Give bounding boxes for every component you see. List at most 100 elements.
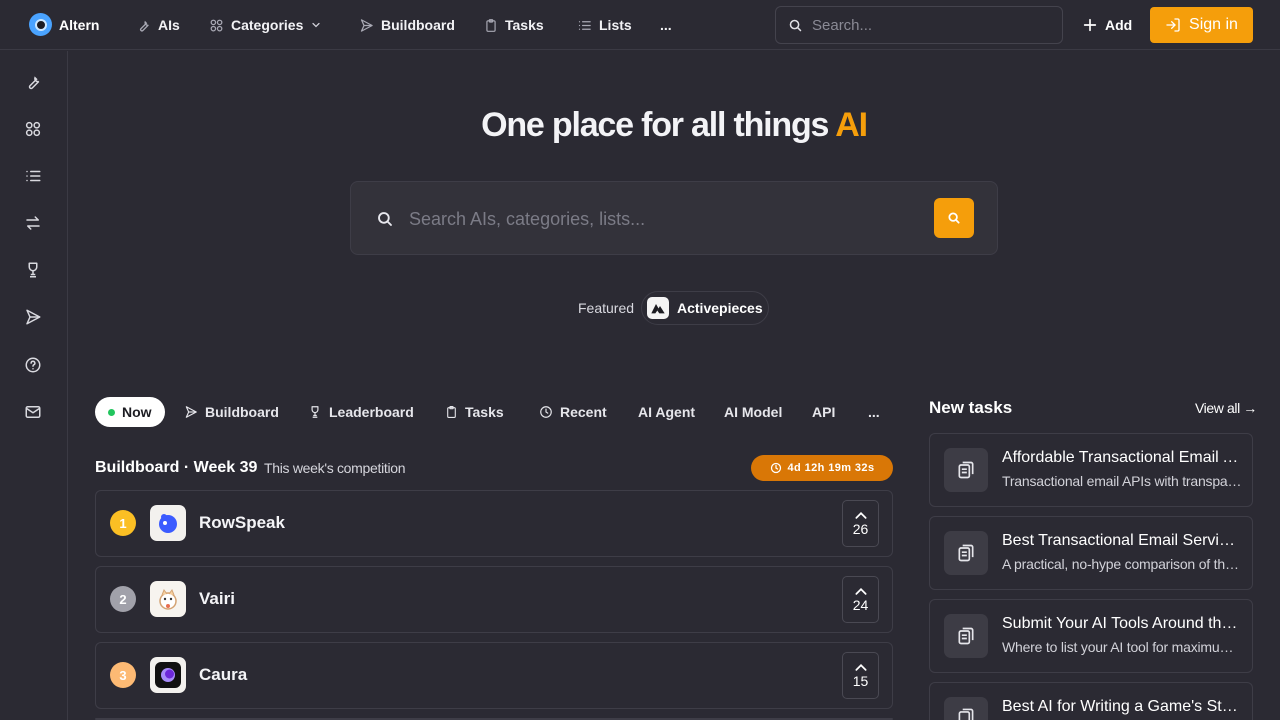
task-description: A practical, no-hype comparison of the b… <box>1002 556 1242 572</box>
clipboard-icon <box>944 614 988 658</box>
tab-tasks[interactable]: Tasks <box>445 397 504 427</box>
hero-search-box <box>350 181 998 255</box>
nav-categories[interactable]: Categories <box>209 0 322 50</box>
task-card[interactable]: Submit Your AI Tools Around the Web Wher… <box>929 599 1253 673</box>
sign-in-button[interactable]: Sign in <box>1150 7 1253 43</box>
chevron-up-icon <box>854 664 867 671</box>
sidebar-alternatives[interactable] <box>24 214 42 232</box>
hero-title-main: One place for all things <box>481 106 836 144</box>
sidebar-buildboard[interactable] <box>24 308 42 326</box>
chevron-down-icon <box>312 22 320 28</box>
buildboard-entry[interactable]: 2 Vairi 24 <box>95 566 893 633</box>
buildboard-entry[interactable]: 1 RowSpeak 26 <box>95 490 893 557</box>
featured-activepieces[interactable]: Activepieces <box>641 291 769 325</box>
task-card[interactable]: Affordable Transactional Email APIs Tran… <box>929 433 1253 507</box>
add-button-label: Add <box>1105 17 1133 33</box>
tab-ai-model[interactable]: AI Model <box>724 397 782 427</box>
brand-name: Altern <box>59 16 100 33</box>
search-icon <box>789 19 802 31</box>
tab-now[interactable]: Now <box>95 397 165 427</box>
sign-in-label: Sign in <box>1189 16 1238 33</box>
task-title: Best AI for Writing a Game's Story <box>1002 698 1242 715</box>
top-search-input[interactable] <box>812 16 1042 34</box>
nav-tasks[interactable]: Tasks <box>484 0 544 50</box>
list-icon <box>578 20 591 30</box>
hero-search-input[interactable] <box>409 206 909 232</box>
vote-count: 15 <box>852 673 869 689</box>
send-icon <box>185 406 197 418</box>
tab-recent[interactable]: Recent <box>539 397 607 427</box>
sidebar-ais[interactable] <box>24 73 42 91</box>
clipboard-icon <box>486 18 496 32</box>
task-description: Where to list your AI tool for maximum e… <box>1002 639 1242 655</box>
vote-count: 24 <box>852 597 869 613</box>
clipboard-icon <box>944 531 988 575</box>
rank-badge: 3 <box>110 662 136 688</box>
tab-more[interactable]: ... <box>868 397 880 427</box>
nav-more-label: ... <box>660 17 672 33</box>
send-icon <box>26 309 41 325</box>
view-all-link[interactable]: View all → <box>1195 400 1257 416</box>
altern-logo-icon <box>29 13 52 36</box>
nav-lists[interactable]: Lists <box>577 0 632 50</box>
tab-buildboard[interactable]: Buildboard <box>184 397 279 427</box>
trophy-icon <box>311 406 319 418</box>
upvote-button[interactable]: 26 <box>842 500 879 547</box>
tab-recent-label: Recent <box>560 404 607 420</box>
top-search-box <box>775 6 1063 44</box>
rank-badge: 2 <box>110 586 136 612</box>
tab-tasks-label: Tasks <box>465 404 504 420</box>
vairi-logo-icon <box>150 581 186 617</box>
new-tasks-title: New tasks <box>929 398 1013 417</box>
hero-search-button[interactable] <box>934 198 974 238</box>
search-icon <box>948 212 960 224</box>
tab-ai-agent-label: AI Agent <box>638 404 696 420</box>
clock-icon <box>770 462 781 474</box>
featured-name: Activepieces <box>677 300 763 316</box>
buildboard-entry[interactable]: 3 Caura 15 <box>95 642 893 709</box>
task-title: Submit Your AI Tools Around the Web <box>1002 615 1242 632</box>
tab-leaderboard[interactable]: Leaderboard <box>308 397 414 427</box>
hero-title: One place for all things AI <box>0 106 1280 145</box>
vote-count: 26 <box>852 521 869 537</box>
entry-name: RowSpeak <box>199 513 285 532</box>
brand-logo[interactable]: Altern <box>29 13 99 36</box>
hero-title-accent: AI <box>835 106 868 144</box>
wrench-icon <box>140 20 149 31</box>
sidebar-help[interactable] <box>24 356 42 374</box>
sidebar-lists[interactable] <box>24 167 42 185</box>
nav-ais[interactable]: AIs <box>136 0 180 50</box>
nav-categories-label: Categories <box>231 17 304 33</box>
add-button[interactable]: Add <box>1082 6 1132 44</box>
tab-ai-model-label: AI Model <box>724 404 783 420</box>
live-dot-icon <box>108 408 115 416</box>
task-card[interactable]: Best AI for Writing a Game's Story <box>929 682 1253 720</box>
wrench-icon <box>28 76 40 90</box>
tab-more-label: ... <box>868 404 880 420</box>
entry-name: Vairi <box>199 589 235 608</box>
featured-label: Featured <box>578 300 635 316</box>
task-card[interactable]: Best Transactional Email Services A prac… <box>929 516 1253 590</box>
help-circle-icon <box>25 357 41 373</box>
tab-api[interactable]: API <box>812 397 835 427</box>
clock-icon <box>540 406 552 418</box>
login-icon <box>1166 18 1180 32</box>
upvote-button[interactable]: 24 <box>842 576 879 623</box>
nav-buildboard[interactable]: Buildboard <box>359 0 455 50</box>
buildboard-subtitle: This week's competition <box>264 460 406 476</box>
sidebar-mail[interactable] <box>24 403 42 421</box>
countdown-text: 4d 12h 19m 32s <box>787 462 875 474</box>
clipboard-icon <box>944 448 988 492</box>
grid-icon <box>210 19 223 31</box>
tab-ai-agent[interactable]: AI Agent <box>638 397 695 427</box>
plus-icon <box>1083 18 1097 32</box>
upvote-button[interactable]: 15 <box>842 652 879 699</box>
chevron-up-icon <box>854 588 867 595</box>
nav-tasks-label: Tasks <box>505 17 544 33</box>
buildboard-title: Buildboard · Week 39 <box>95 459 258 476</box>
task-title: Best Transactional Email Services <box>1002 532 1242 549</box>
sidebar-leaderboard[interactable] <box>24 261 42 279</box>
arrows-swap-icon <box>26 216 40 230</box>
nav-ais-label: AIs <box>158 17 180 33</box>
nav-more[interactable]: ... <box>660 0 672 50</box>
